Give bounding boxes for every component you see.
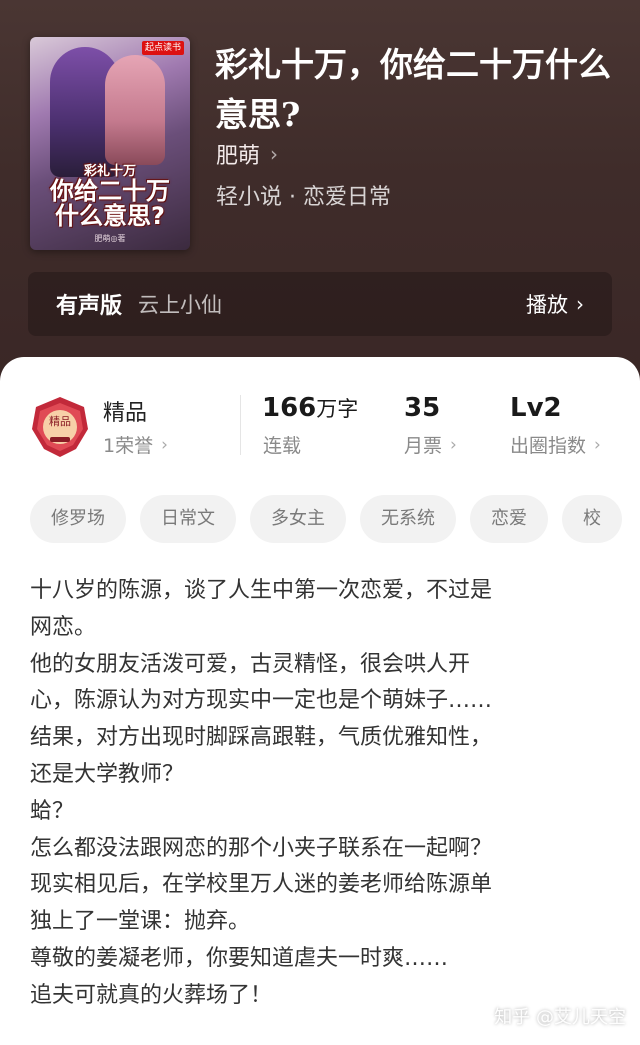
monthly-tickets-value: 35 <box>404 393 441 423</box>
cover-illustration-figure <box>105 55 165 165</box>
level-value: Lv2 <box>510 393 562 423</box>
monthly-tickets-label: 月票 <box>404 435 443 457</box>
quality-label: 精品 <box>103 401 148 426</box>
badge-text: 精品 <box>49 415 71 428</box>
book-detail-sheet: 精品 精品 1荣誉 › 166万字 连载 35 月票 › Lv2 出圈指数 › … <box>0 357 640 1045</box>
quality-badge-icon: 精品 <box>32 397 88 457</box>
word-count-unit: 万字 <box>316 397 359 421</box>
tag-chip[interactable]: 校 <box>562 495 622 543</box>
book-title: 彩礼十万，你给二十万什么意思? <box>215 45 611 134</box>
summary-line: 怎么都没法跟网恋的那个小夹子联系在一起啊？ <box>30 835 493 861</box>
publisher-badge: 起点读书 <box>141 41 184 55</box>
summary-line: 独上了一堂课：抛弃。 <box>30 909 251 935</box>
summary-line: 还是大学教师？ <box>30 761 185 787</box>
summary-line: 现实相见后，在学校里万人迷的姜老师给陈源单 <box>30 872 493 898</box>
watermark: 知乎 @艾儿天空 <box>494 1007 626 1028</box>
stats-row: 精品 精品 1荣誉 › 166万字 连载 35 月票 › Lv2 出圈指数 › <box>0 387 640 477</box>
tag-chip[interactable]: 无系统 <box>360 495 456 543</box>
chevron-right-icon: › <box>270 142 279 166</box>
author-name: 肥萌 <box>216 144 261 169</box>
tag-chip[interactable]: 恋爱 <box>470 495 548 543</box>
serial-status-label: 连载 <box>263 435 302 457</box>
honor-count: 1荣誉 <box>103 435 154 457</box>
chevron-right-icon: › <box>161 434 168 455</box>
play-label: 播放 <box>526 293 568 317</box>
tag-chip[interactable]: 日常文 <box>140 495 236 543</box>
monthly-tickets-link[interactable]: 月票 › <box>404 431 457 458</box>
summary-line: 心，陈源认为对方现实中一定也是个萌妹子…… <box>30 688 493 714</box>
audiobook-bar[interactable]: 有声版 云上小仙 播放 › <box>28 272 612 336</box>
cover-title-line: 什么意思? <box>55 201 165 230</box>
honor-link[interactable]: 1荣誉 › <box>103 431 168 458</box>
chevron-right-icon: › <box>450 434 457 455</box>
summary-line: 网恋。 <box>30 614 97 640</box>
cover-title-line: 你给二十万 <box>50 176 170 205</box>
book-cover[interactable]: 起点读书 彩礼十万 你给二十万 什么意思? 肥萌◎著 <box>30 37 190 250</box>
tag-list: 修罗场 日常文 多女主 无系统 恋爱校 <box>30 495 640 547</box>
chevron-right-icon: › <box>576 292 584 316</box>
book-genre: 轻小说 · 恋爱日常 <box>216 185 391 210</box>
level-label: 出圈指数 <box>510 435 587 457</box>
divider <box>240 395 241 455</box>
summary-line: 尊敬的姜凝老师，你要知道虐夫一时爽…… <box>30 945 449 971</box>
summary-line: 蛤？ <box>30 798 75 824</box>
summary-line: 结果，对方出现时脚踩高跟鞋，气质优雅知性， <box>30 725 493 751</box>
cover-author: 肥萌◎著 <box>94 234 126 243</box>
book-summary: 十八岁的陈源，谈了人生中第一次恋爱，不过是 网恋。 他的女朋友活泼可爱，古灵精怪… <box>30 573 610 1015</box>
word-count-value: 166 <box>262 393 317 423</box>
chevron-right-icon: › <box>594 434 601 455</box>
word-count: 166万字 <box>262 393 358 423</box>
summary-line: 他的女朋友活泼可爱，古灵精怪，很会哄人开 <box>30 651 471 677</box>
audiobook-narrator: 云上小仙 <box>138 293 223 317</box>
serial-status: 连载 <box>263 431 301 458</box>
audiobook-label: 有声版 <box>56 294 123 319</box>
book-header: 起点读书 彩礼十万 你给二十万 什么意思? 肥萌◎著 彩礼十万，你给二十万什么意… <box>0 0 640 390</box>
tag-chip[interactable]: 修罗场 <box>30 495 126 543</box>
summary-line: 十八岁的陈源，谈了人生中第一次恋爱，不过是 <box>30 578 493 603</box>
author-link[interactable]: 肥萌 › <box>216 138 278 170</box>
cover-title: 彩礼十万 你给二十万 什么意思? <box>34 165 186 229</box>
level-link[interactable]: 出圈指数 › <box>510 431 601 458</box>
play-button[interactable]: 播放 › <box>526 289 584 319</box>
tag-chip[interactable]: 多女主 <box>250 495 346 543</box>
